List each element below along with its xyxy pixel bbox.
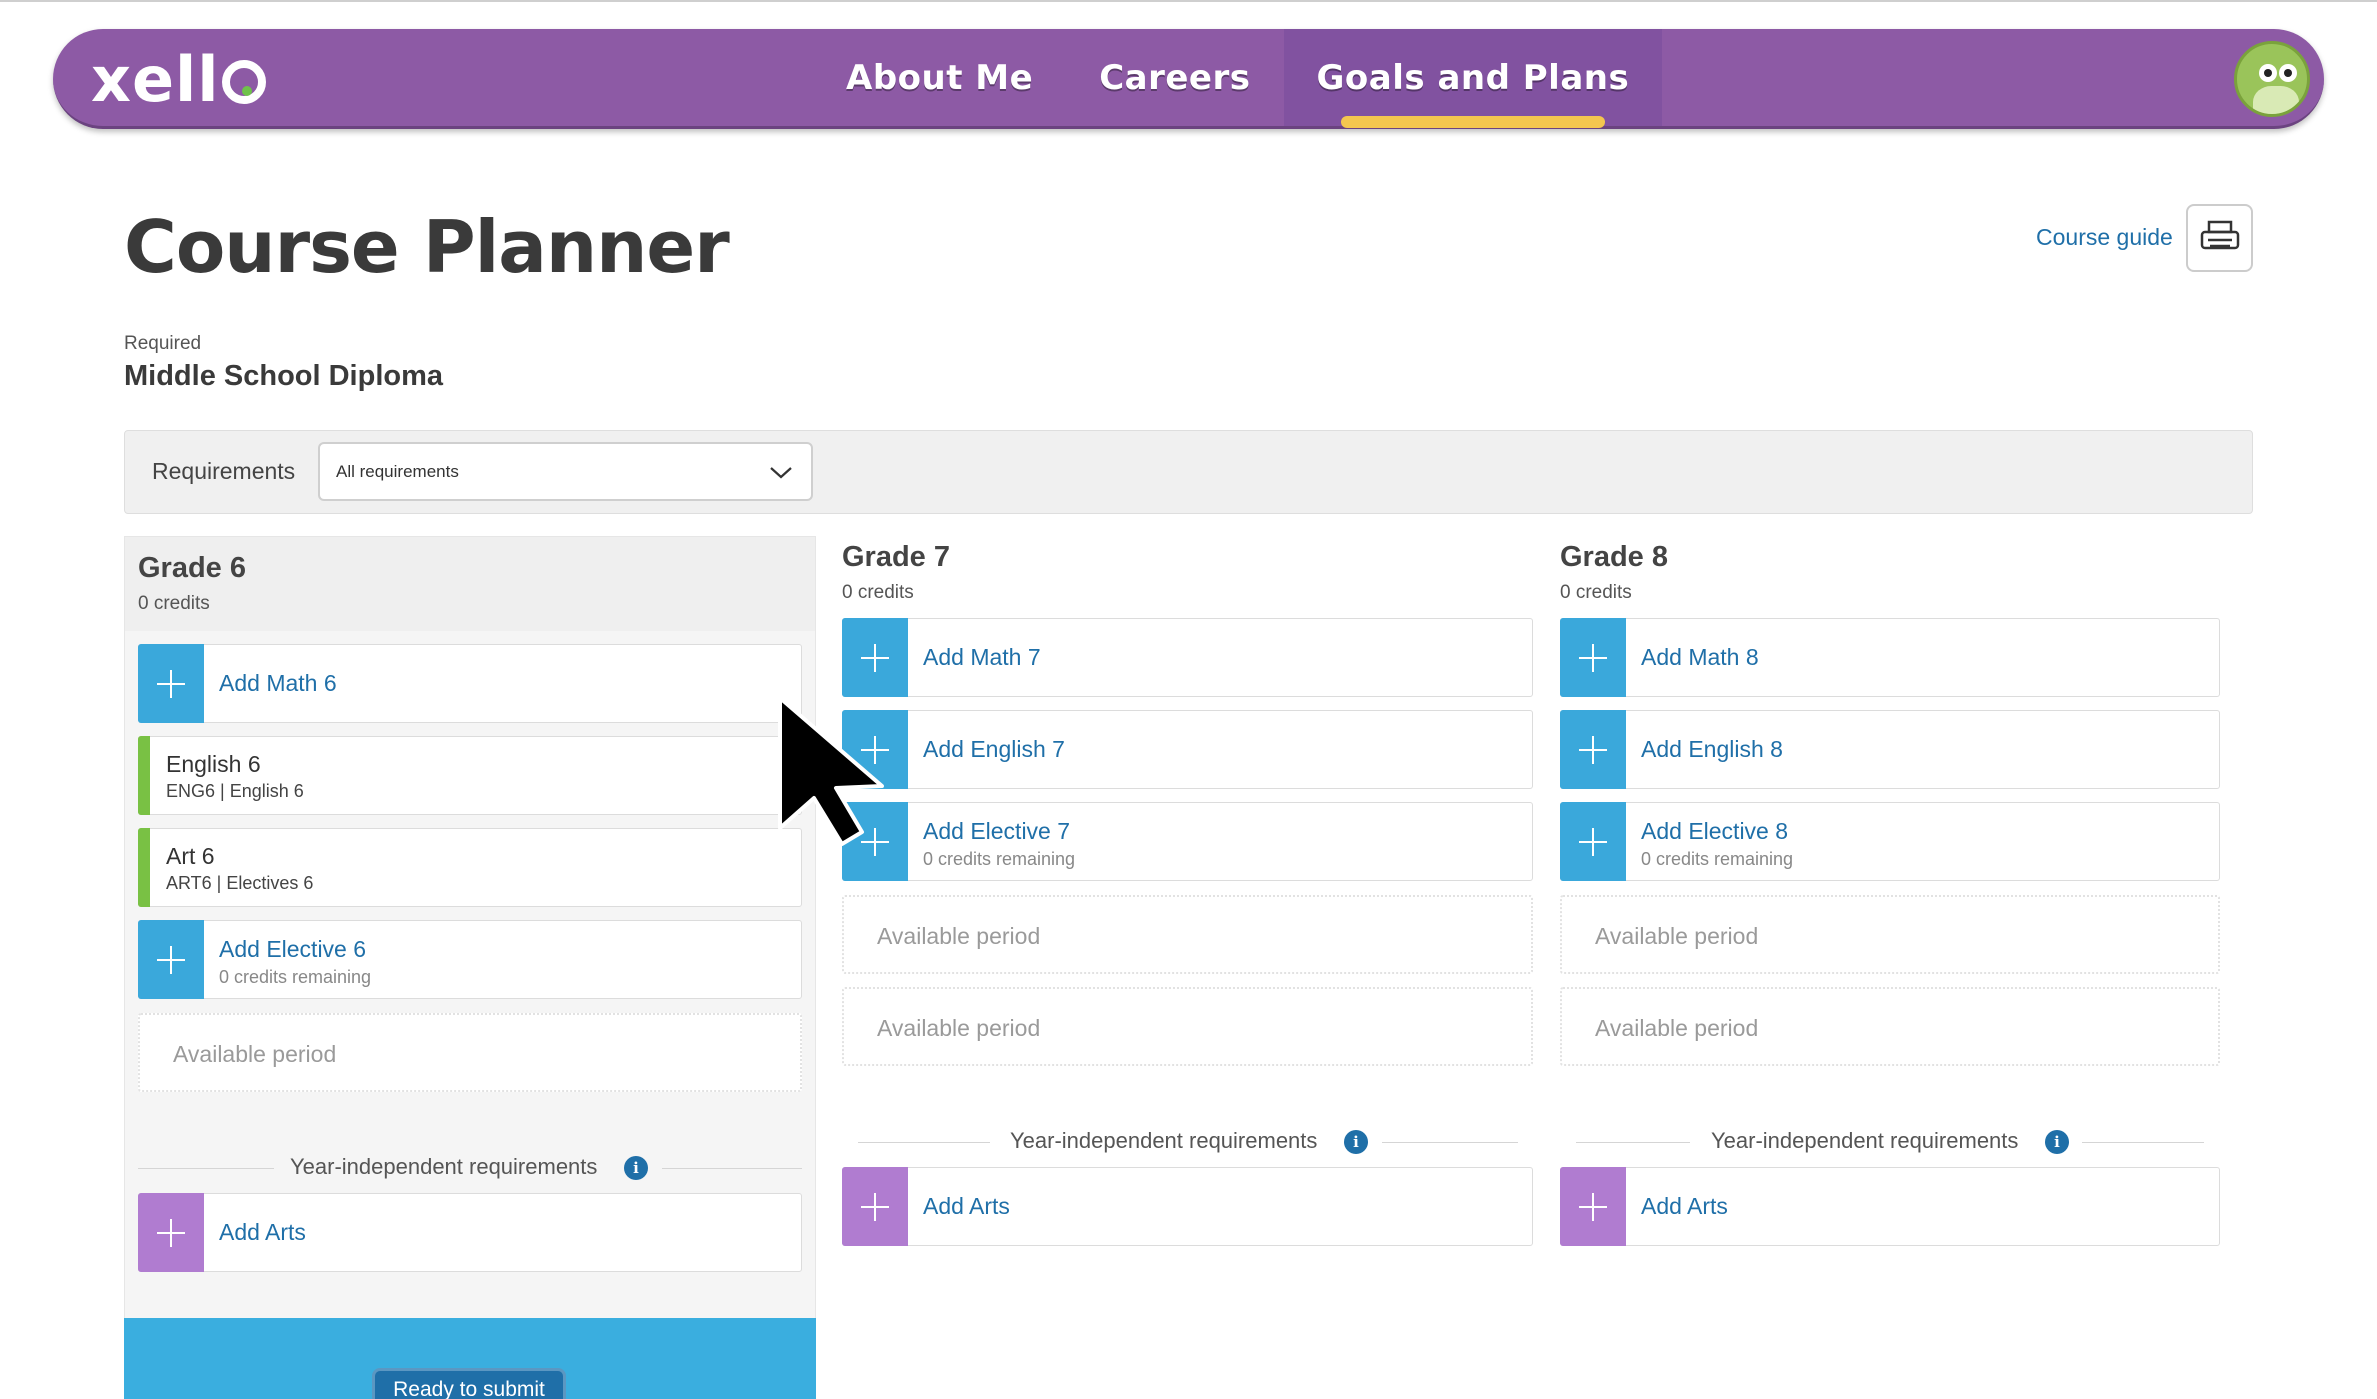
- plus-icon: [1560, 1167, 1626, 1246]
- nav-about-me[interactable]: About Me: [813, 29, 1066, 126]
- course-art-6[interactable]: Art 6 ART6 | Electives 6: [138, 828, 802, 907]
- nav-links: About Me Careers Goals and Plans: [813, 29, 1663, 128]
- credits-remaining: 0 credits remaining: [923, 849, 1076, 869]
- page-title: Course Planner: [124, 205, 730, 289]
- info-icon[interactable]: i: [624, 1156, 648, 1180]
- grade-credits: 0 credits: [842, 582, 914, 603]
- grade-credits: 0 credits: [138, 593, 210, 614]
- grade-credits: 0 credits: [1560, 582, 1632, 603]
- add-math-label: Add Math 6: [219, 670, 337, 696]
- nav-goals-and-plans[interactable]: Goals and Plans: [1283, 29, 1663, 128]
- requirements-select-value: All requirements: [336, 462, 459, 481]
- print-button[interactable]: [2186, 204, 2253, 272]
- course-code: ENG6 | English 6: [166, 781, 304, 801]
- year-independent-label: Year-independent requirements: [290, 1154, 598, 1179]
- year-independent-label: Year-independent requirements: [1711, 1128, 2019, 1153]
- plus-icon: [1560, 618, 1626, 697]
- year-independent-header: Year-independent requirements i: [1576, 1128, 2204, 1158]
- grade-title: Grade 7: [842, 541, 950, 573]
- year-independent-label: Year-independent requirements: [1010, 1128, 1318, 1153]
- xello-logo[interactable]: xell: [91, 43, 266, 116]
- plus-icon: [1560, 802, 1626, 881]
- course-name: Art 6: [166, 843, 215, 869]
- top-border: [0, 0, 2377, 2]
- available-period-label: Available period: [1595, 923, 1759, 949]
- add-elective-label: Add Elective 6: [219, 936, 367, 962]
- add-math-6-button[interactable]: Add Math 6: [138, 644, 802, 723]
- add-elective-6-button[interactable]: Add Elective 6 0 credits remaining: [138, 920, 802, 999]
- requirements-select[interactable]: All requirements: [318, 442, 813, 501]
- add-arts-label: Add Arts: [219, 1219, 306, 1245]
- course-english-6[interactable]: English 6 ENG6 | English 6: [138, 736, 802, 815]
- info-icon[interactable]: i: [1344, 1130, 1368, 1154]
- year-independent-header: Year-independent requirements i: [138, 1154, 802, 1184]
- user-avatar[interactable]: [2234, 41, 2310, 117]
- course-name: English 6: [166, 751, 261, 777]
- diploma-name: Middle School Diploma: [124, 360, 444, 392]
- plus-icon: [138, 920, 204, 999]
- add-arts-grade-8-button[interactable]: Add Arts: [1560, 1167, 2220, 1246]
- available-period-label: Available period: [173, 1041, 337, 1067]
- add-arts-grade-7-button[interactable]: Add Arts: [842, 1167, 1533, 1246]
- info-icon[interactable]: i: [2045, 1130, 2069, 1154]
- ready-to-submit-button[interactable]: Ready to submit: [372, 1368, 566, 1399]
- add-elective-label: Add Elective 8: [1641, 818, 1789, 844]
- grade-7-header: Grade 7 0 credits: [842, 541, 950, 604]
- available-period-slot[interactable]: Available period: [842, 987, 1533, 1066]
- year-independent-header: Year-independent requirements i: [858, 1128, 1518, 1158]
- add-elective-8-button[interactable]: Add Elective 8 0 credits remaining: [1560, 802, 2220, 881]
- required-label: Required: [124, 333, 202, 354]
- grade-6-header: Grade 6 0 credits: [125, 537, 815, 631]
- requirements-filter-bar: Requirements All requirements: [124, 430, 2253, 514]
- available-period-slot[interactable]: Available period: [1560, 987, 2220, 1066]
- plus-icon: [842, 618, 908, 697]
- grade-title: Grade 8: [1560, 541, 1668, 573]
- available-period-label: Available period: [1595, 1015, 1759, 1041]
- course-code: ART6 | Electives 6: [166, 873, 314, 893]
- course-guide-link[interactable]: Course guide: [2036, 224, 2173, 251]
- main-navbar: xell About Me Careers Goals and Plans: [53, 29, 2324, 129]
- add-arts-grade-6-button[interactable]: Add Arts: [138, 1193, 802, 1272]
- printer-icon: [2200, 220, 2239, 250]
- add-english-8-button[interactable]: Add English 8: [1560, 710, 2220, 789]
- available-period-slot[interactable]: Available period: [138, 1013, 802, 1092]
- credits-remaining: 0 credits remaining: [1641, 849, 1794, 869]
- grade-title: Grade 6: [138, 552, 246, 584]
- nav-careers[interactable]: Careers: [1066, 29, 1283, 126]
- available-period-label: Available period: [877, 1015, 1041, 1041]
- available-period-label: Available period: [877, 923, 1041, 949]
- requirements-label: Requirements: [152, 458, 296, 484]
- plus-icon: [138, 1193, 204, 1272]
- add-arts-label: Add Arts: [1641, 1193, 1728, 1219]
- add-english-7-button[interactable]: Add English 7: [842, 710, 1533, 789]
- add-elective-label: Add Elective 7: [923, 818, 1071, 844]
- add-math-7-button[interactable]: Add Math 7: [842, 618, 1533, 697]
- add-english-label: Add English 8: [1641, 736, 1783, 762]
- plus-icon: [1560, 710, 1626, 789]
- plus-icon: [842, 1167, 908, 1246]
- add-english-label: Add English 7: [923, 736, 1065, 762]
- add-arts-label: Add Arts: [923, 1193, 1010, 1219]
- plus-icon: [138, 644, 204, 723]
- credits-remaining: 0 credits remaining: [219, 967, 372, 987]
- add-math-label: Add Math 7: [923, 644, 1041, 670]
- available-period-slot[interactable]: Available period: [1560, 895, 2220, 974]
- add-elective-7-button[interactable]: Add Elective 7 0 credits remaining: [842, 802, 1533, 881]
- mouse-pointer-icon: [778, 696, 884, 846]
- add-math-label: Add Math 8: [1641, 644, 1759, 670]
- available-period-slot[interactable]: Available period: [842, 895, 1533, 974]
- submit-panel: Ready to submit: [124, 1318, 816, 1399]
- chevron-down-icon: [770, 467, 792, 479]
- grade-8-header: Grade 8 0 credits: [1560, 541, 1668, 604]
- add-math-8-button[interactable]: Add Math 8: [1560, 618, 2220, 697]
